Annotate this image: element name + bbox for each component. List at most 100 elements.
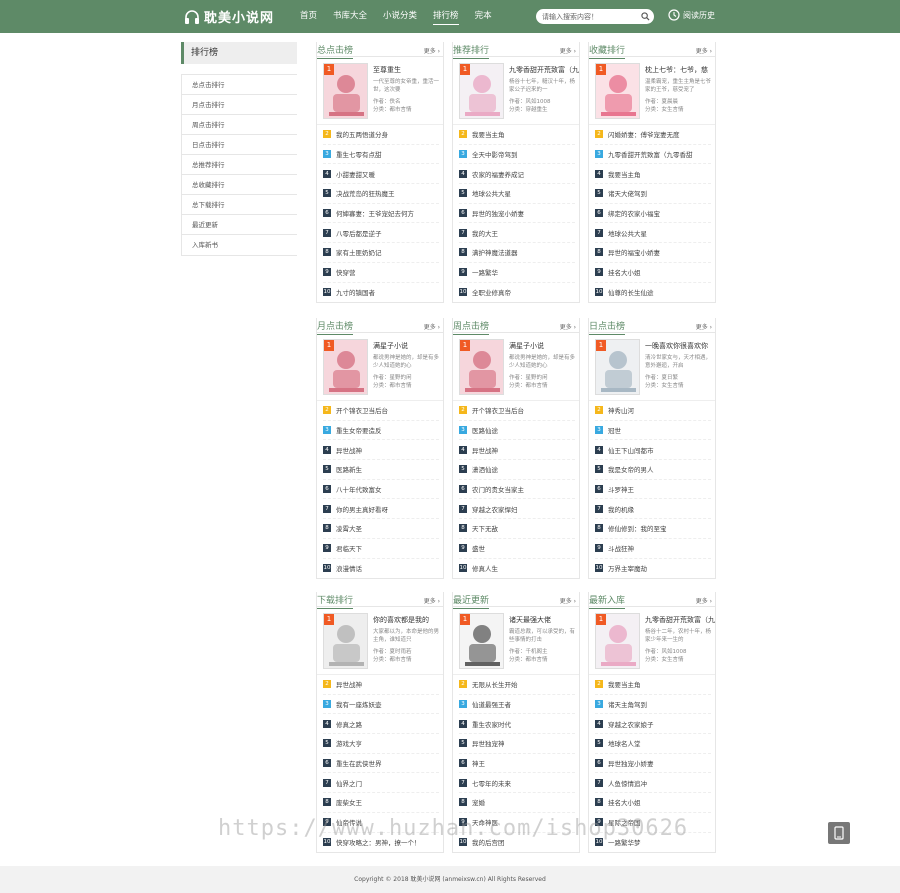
book-name[interactable]: 修真之路: [336, 719, 362, 729]
sidebar-item-day-clicks[interactable]: 日点击排行: [182, 135, 297, 155]
book-name[interactable]: 斗罗神王: [608, 484, 634, 494]
list-item[interactable]: 7 你的男主真好看呀: [323, 499, 439, 520]
list-item[interactable]: 6 八十年代致富女: [323, 480, 439, 500]
sidebar-item-total-clicks[interactable]: 总点击排行: [182, 75, 297, 95]
list-item[interactable]: 8 修仙修到：我的至宝: [595, 519, 711, 539]
book-name[interactable]: 诸天主角驾到: [608, 699, 647, 709]
more-link[interactable]: 更多 ›: [560, 596, 576, 605]
list-item[interactable]: 7 穿越之农家悍妇: [459, 499, 575, 520]
top-book-card[interactable]: 1 满星子小说 都说男神是她的，却是有多少人知道她的心 作者：星野的闲 分类：都市言情: [317, 333, 443, 401]
list-item[interactable]: 9 盛世: [459, 539, 575, 559]
book-title[interactable]: 至尊重生: [373, 65, 443, 75]
list-item[interactable]: 6 重生在武侠世界: [323, 754, 439, 774]
list-item[interactable]: 4 异世战神: [323, 440, 439, 461]
book-name[interactable]: 全天中影帝驾到: [472, 149, 518, 159]
book-name[interactable]: 全职业修真帝: [472, 287, 511, 297]
list-item[interactable]: 8 凌霄大圣: [323, 519, 439, 539]
list-item[interactable]: 6 绑定的农家小福宝: [595, 204, 711, 224]
book-name[interactable]: 重生在武侠世界: [336, 758, 382, 768]
list-item[interactable]: 9 斗战狂神: [595, 539, 711, 559]
book-name[interactable]: 异世独宠小娇妻: [608, 758, 654, 768]
book-name[interactable]: 人鱼惊情追冲: [608, 778, 647, 788]
list-item[interactable]: 2 开个锦衣卫当后台: [323, 401, 439, 421]
more-link[interactable]: 更多 ›: [696, 596, 712, 605]
sidebar-item-month-clicks[interactable]: 月点击排行: [182, 95, 297, 115]
list-item[interactable]: 4 仙王下山闯都市: [595, 440, 711, 461]
book-name[interactable]: 浪漫情话: [336, 563, 362, 573]
list-item[interactable]: 3 冠世: [595, 421, 711, 441]
list-item[interactable]: 6 神王: [459, 754, 575, 774]
top-book-card[interactable]: 1 九零香甜开荒致富（九 杨谷十二年，农村十年，杨家少年来一生的 作者：风如1008 分…: [589, 607, 715, 675]
sidebar-item-recent-updates[interactable]: 最近更新: [182, 215, 297, 235]
list-item[interactable]: 8 异世的福宝小娇妻: [595, 243, 711, 263]
sidebar-item-total-favorites[interactable]: 总收藏排行: [182, 175, 297, 195]
book-name[interactable]: 农门的贵女当家主: [472, 484, 524, 494]
search-input[interactable]: [542, 12, 638, 21]
list-item[interactable]: 6 异世的独宠小娇妻: [459, 204, 575, 224]
book-name[interactable]: 修仙修到：我的至宝: [608, 523, 667, 533]
search-icon[interactable]: [641, 12, 650, 21]
book-name[interactable]: 绑定的农家小福宝: [608, 208, 660, 218]
list-item[interactable]: 3 诸天主角驾到: [595, 695, 711, 715]
list-item[interactable]: 7 我的机缘: [595, 499, 711, 520]
book-name[interactable]: 仙界之门: [336, 778, 362, 788]
book-name[interactable]: 无限从长生开始: [472, 679, 518, 689]
book-name[interactable]: 挂名大小姐: [608, 797, 641, 807]
sidebar-item-week-clicks[interactable]: 周点击排行: [182, 115, 297, 135]
list-item[interactable]: 2 开个锦衣卫当后台: [459, 401, 575, 421]
book-name[interactable]: 决战荒岛的狂热魔王: [336, 188, 395, 198]
book-name[interactable]: 我有一座炼妖壶: [336, 699, 382, 709]
book-name[interactable]: 地球公共大星: [472, 188, 511, 198]
book-name[interactable]: 你的男主真好看呀: [336, 504, 388, 514]
list-item[interactable]: 5 潇洒仙途: [459, 460, 575, 480]
list-item[interactable]: 4 我要当主角: [595, 164, 711, 185]
book-name[interactable]: 家有土匪奶奶记: [336, 247, 382, 257]
book-name[interactable]: 异世独宠神: [472, 738, 505, 748]
top-book-card[interactable]: 1 枕上七爷：七爷，慈 温柔霸宠，重生主角是七爷家的王爷，慈受宠了 作者：夏晨晨 分类：…: [589, 57, 715, 125]
book-name[interactable]: 重生七零有点甜: [336, 149, 382, 159]
book-name[interactable]: 仙王下山闯都市: [608, 445, 654, 455]
more-link[interactable]: 更多 ›: [560, 322, 576, 331]
list-item[interactable]: 8 宠婚: [459, 793, 575, 813]
list-item[interactable]: 5 我是女帝的男人: [595, 460, 711, 480]
list-item[interactable]: 5 诸天大佬驾到: [595, 184, 711, 204]
book-name[interactable]: 医路仙途: [472, 425, 498, 435]
book-name[interactable]: 异世的独宠小娇妻: [472, 208, 524, 218]
book-name[interactable]: 七零年的未来: [472, 778, 511, 788]
list-item[interactable]: 8 废柴女王: [323, 793, 439, 813]
book-name[interactable]: 满护神魔法道器: [472, 247, 518, 257]
list-item[interactable]: 9 挂名大小姐: [595, 263, 711, 283]
more-link[interactable]: 更多 ›: [424, 322, 440, 331]
book-title[interactable]: 九零香甜开荒致富（九: [645, 615, 715, 625]
book-title[interactable]: 诸天最强大佬: [509, 615, 579, 625]
more-link[interactable]: 更多 ›: [560, 46, 576, 55]
book-name[interactable]: 我要当主角: [608, 169, 641, 179]
list-item[interactable]: 3 重生七零有点甜: [323, 145, 439, 165]
book-name[interactable]: 我的大王: [472, 228, 498, 238]
book-name[interactable]: 我的五两悟道分身: [336, 129, 388, 139]
list-item[interactable]: 3 重生女帝要造反: [323, 421, 439, 441]
list-item[interactable]: 6 异世独宠小娇妻: [595, 754, 711, 774]
sidebar-item-total-recommend[interactable]: 总推荐排行: [182, 155, 297, 175]
list-item[interactable]: 7 仙界之门: [323, 773, 439, 794]
list-item[interactable]: 3 医路仙途: [459, 421, 575, 441]
book-name[interactable]: 穿越之农家悍妇: [472, 504, 518, 514]
book-name[interactable]: 异世战神: [472, 445, 498, 455]
list-item[interactable]: 4 修真之路: [323, 714, 439, 735]
list-item[interactable]: 2 闪婚娇妻：傅爷宠妻无度: [595, 125, 711, 145]
list-item[interactable]: 10 仙尊的长生仙途: [595, 283, 711, 303]
more-link[interactable]: 更多 ›: [424, 596, 440, 605]
list-item[interactable]: 7 人鱼惊情追冲: [595, 773, 711, 794]
list-item[interactable]: 3 仙道最强王者: [459, 695, 575, 715]
list-item[interactable]: 6 农门的贵女当家主: [459, 480, 575, 500]
top-book-card[interactable]: 1 你的喜欢都是我的 大家都以为，本命是他的男主角，谁知道只 作者：夏时雨若 分类：都市…: [317, 607, 443, 675]
book-name[interactable]: 冠世: [608, 425, 621, 435]
top-book-card[interactable]: 1 九零香甜开荒致富（九 杨谷十七年，糙汉十年，杨家公子迟来的一 作者：风如1008 分…: [453, 57, 579, 125]
book-name[interactable]: 仙道最强王者: [472, 699, 511, 709]
list-item[interactable]: 2 我要当主角: [459, 125, 575, 145]
book-title[interactable]: 满星子小说: [509, 341, 579, 351]
list-item[interactable]: 8 家有土匪奶奶记: [323, 243, 439, 263]
book-name[interactable]: 医路新生: [336, 464, 362, 474]
list-item[interactable]: 7 七零年的未来: [459, 773, 575, 794]
book-name[interactable]: 农家的福妻养成记: [472, 169, 524, 179]
